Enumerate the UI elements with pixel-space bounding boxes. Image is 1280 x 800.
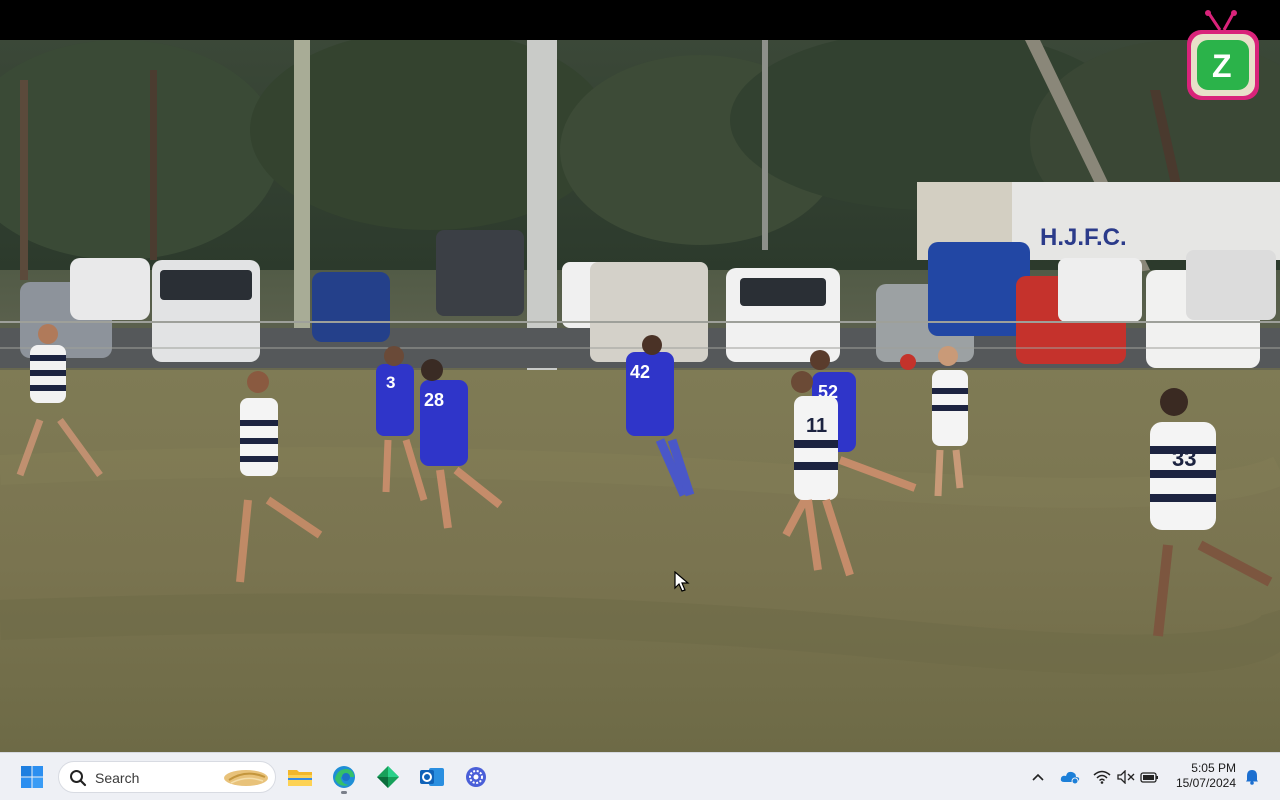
search-highlight-image[interactable] (221, 765, 271, 789)
svg-text:Z: Z (1212, 48, 1232, 84)
edge-browser-icon (333, 766, 355, 788)
onedrive-tray-button[interactable] (1058, 765, 1082, 789)
chevron-up-icon (1032, 773, 1044, 781)
video-player[interactable]: H.J.F.C. 3 28 42 52 11 33 Z (0, 0, 1280, 752)
battery-charging-icon (1140, 772, 1158, 783)
windows-start-icon (21, 766, 43, 788)
clock-date: 15/07/2024 (1175, 776, 1236, 790)
file-explorer-icon (288, 770, 312, 786)
outlook-icon (420, 768, 444, 786)
search-icon (70, 770, 87, 787)
start-button[interactable] (14, 759, 50, 795)
svg-text:28: 28 (424, 390, 444, 410)
taskbar-edge[interactable] (326, 759, 362, 795)
show-hidden-icons-button[interactable] (1026, 765, 1050, 789)
edge-running-indicator (341, 791, 347, 794)
taskbar-outlook[interactable] (414, 759, 450, 795)
notification-bell-icon (1246, 770, 1258, 785)
search-label: Search (95, 770, 140, 786)
volume-tray-button[interactable] (1114, 765, 1138, 789)
taskbar-blue-gear-app[interactable] (458, 759, 494, 795)
svg-text:3: 3 (386, 373, 395, 392)
mouse-cursor-icon (674, 571, 690, 592)
svg-text:33: 33 (1172, 446, 1196, 471)
svg-text:11: 11 (806, 415, 827, 437)
svg-text:42: 42 (630, 362, 650, 382)
taskbar-file-explorer[interactable] (282, 759, 318, 795)
notifications-button[interactable] (1240, 765, 1264, 789)
taskbar-search-box[interactable]: Search (58, 761, 276, 793)
blue-gear-app-icon (466, 767, 486, 787)
taskbar-clock[interactable]: 5:05 PM 15/07/2024 (1168, 761, 1236, 791)
battery-tray-button[interactable] (1138, 765, 1162, 789)
taskbar-green-diamond-app[interactable] (370, 759, 406, 795)
volume-muted-icon (1117, 770, 1135, 784)
wifi-icon (1093, 770, 1111, 784)
channel-logo: Z (1186, 10, 1260, 102)
onedrive-cloud-icon (1060, 771, 1080, 785)
svg-text:H.J.F.C.: H.J.F.C. (1040, 224, 1127, 251)
network-tray-button[interactable] (1090, 765, 1114, 789)
football (900, 354, 916, 370)
green-diamond-app-icon (377, 766, 399, 788)
video-frame[interactable]: H.J.F.C. 3 28 42 52 11 33 (0, 40, 1280, 752)
taskbar: Search 5:05 PM 15/07/2024 (0, 752, 1280, 800)
video-scene: H.J.F.C. 3 28 42 52 11 33 (0, 40, 1280, 752)
clock-time: 5:05 PM (1191, 761, 1236, 775)
